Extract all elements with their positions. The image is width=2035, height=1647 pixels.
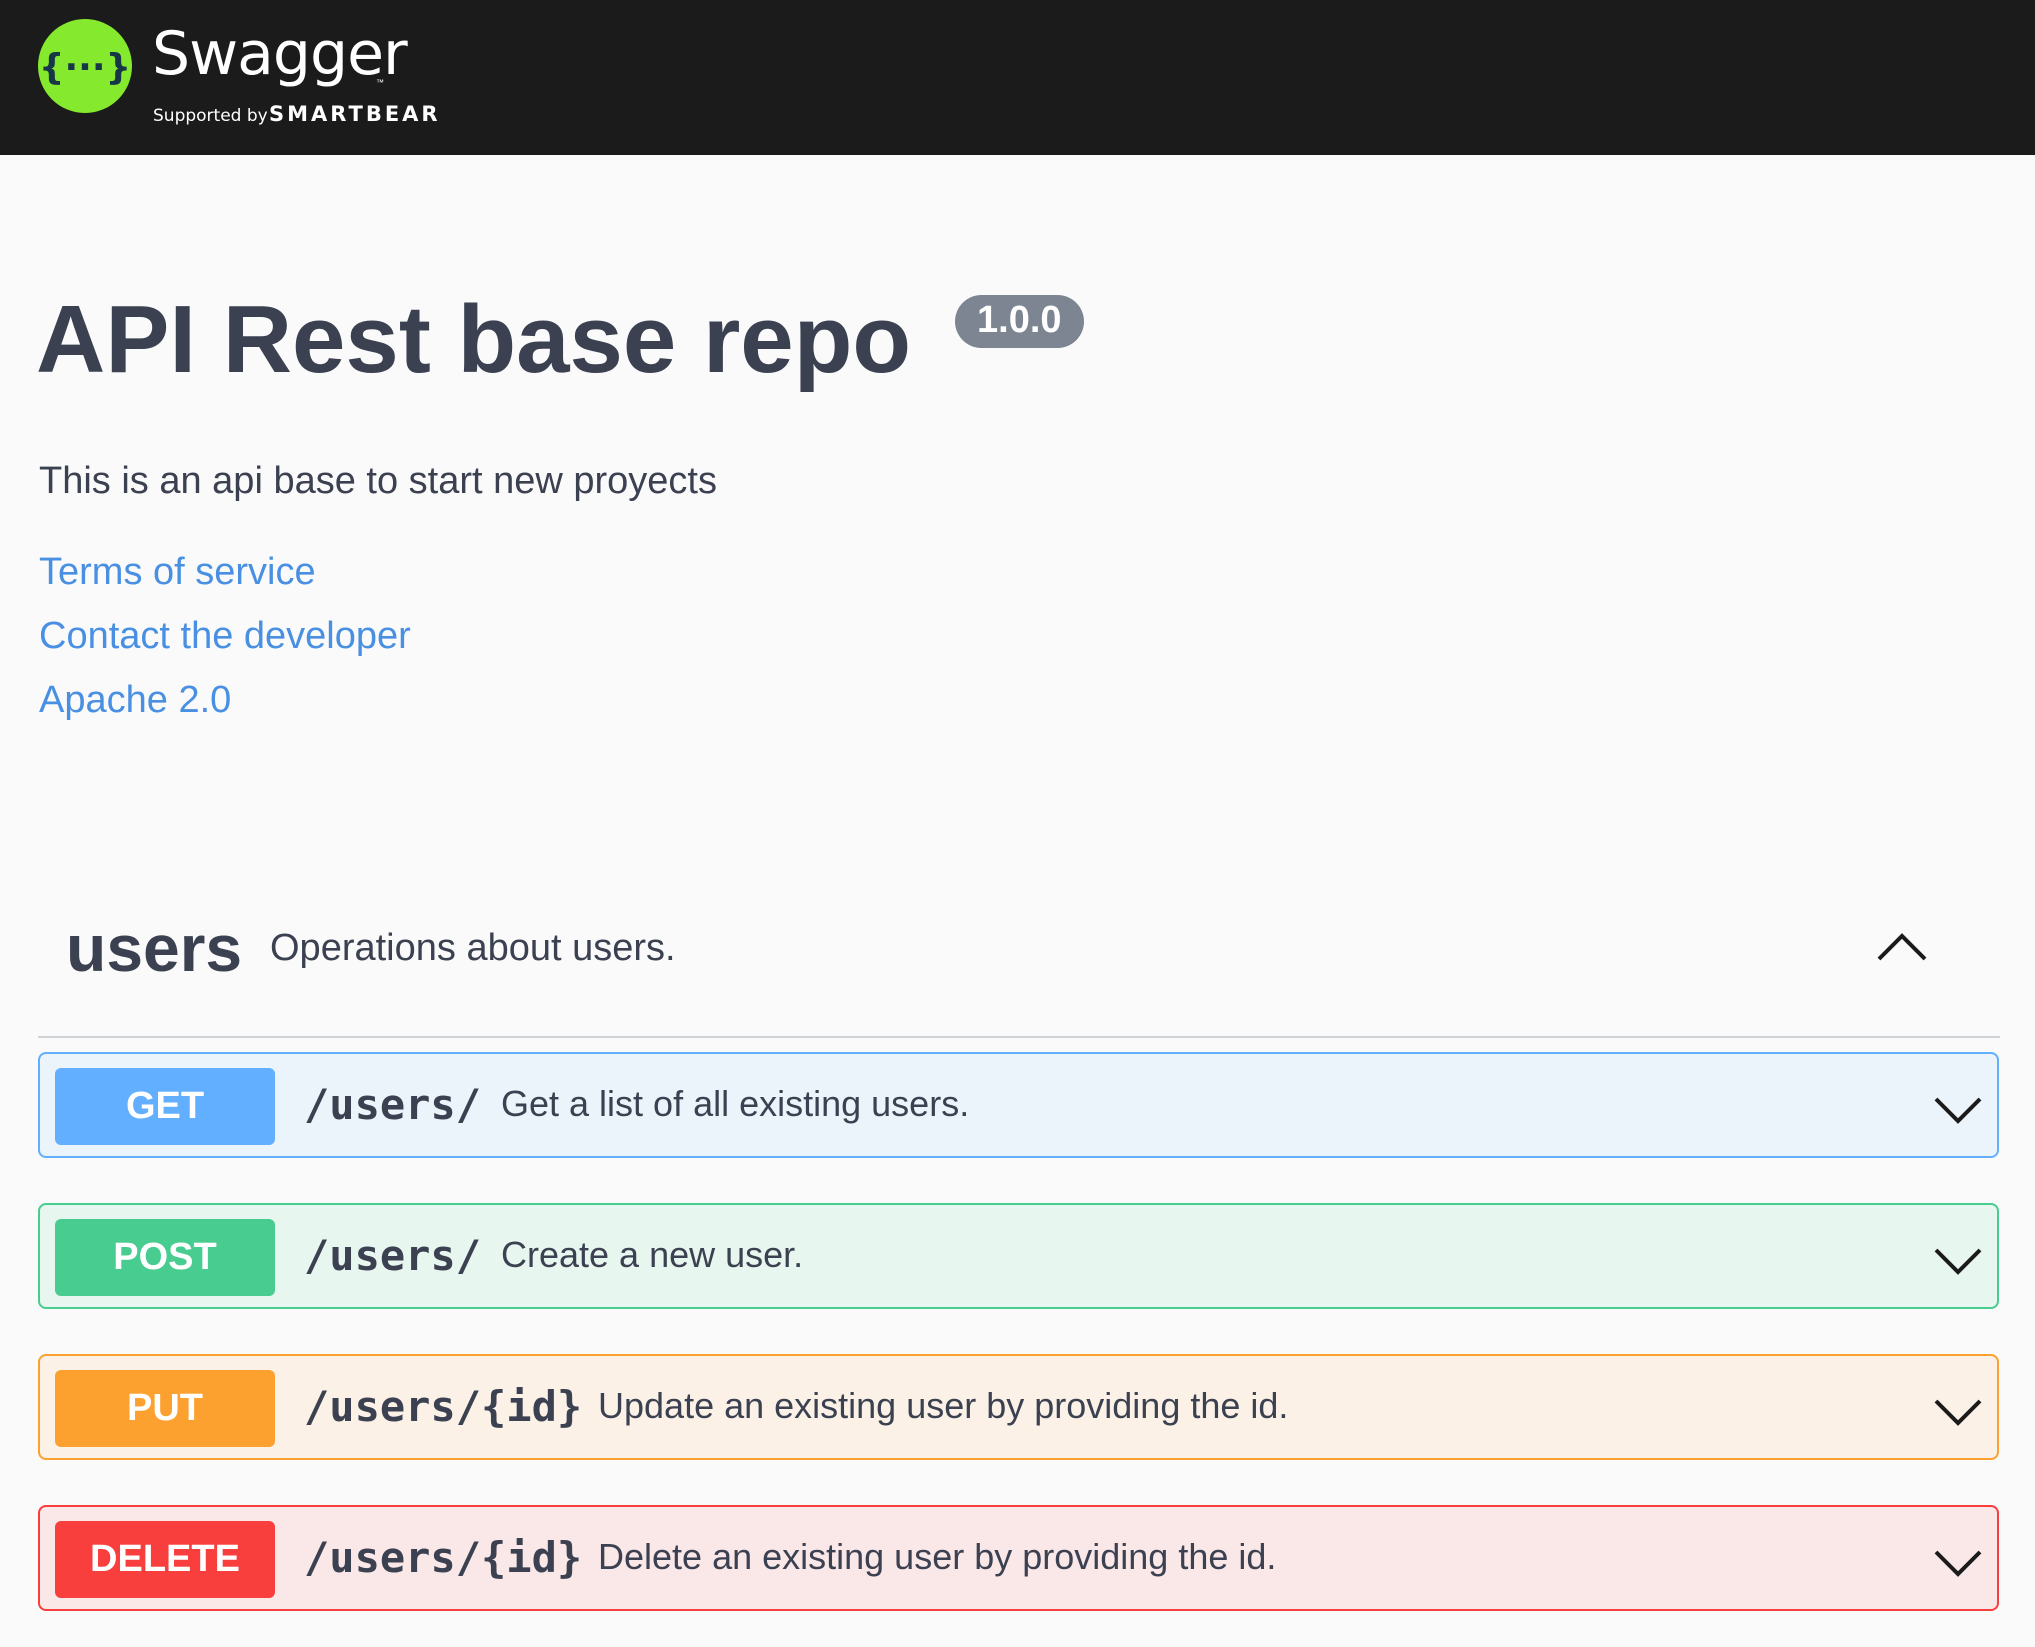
chevron-down-icon[interactable] xyxy=(1933,1245,1983,1277)
method-badge: PUT xyxy=(55,1370,275,1447)
license-link[interactable]: Apache 2.0 xyxy=(39,681,231,719)
operation-path: /users/{id} xyxy=(304,1533,583,1582)
top-bar: {···} Swagger ™ Supported by SMARTBEAR xyxy=(0,0,2035,155)
chevron-down-icon[interactable] xyxy=(1933,1396,1983,1428)
terms-of-service-link[interactable]: Terms of service xyxy=(39,553,316,591)
method-badge: POST xyxy=(55,1219,275,1296)
swagger-logo-icon: {···} xyxy=(38,19,132,113)
chevron-down-icon[interactable] xyxy=(1933,1094,1983,1126)
operation-summary: Create a new user. xyxy=(501,1234,804,1275)
operation-summary: Update an existing user by providing the… xyxy=(598,1385,1289,1426)
method-badge: DELETE xyxy=(55,1521,275,1598)
version-badge: 1.0.0 xyxy=(955,295,1084,348)
tag-description: Operations about users. xyxy=(270,927,676,969)
contact-developer-link[interactable]: Contact the developer xyxy=(39,617,411,655)
operation-summary: Delete an existing user by providing the… xyxy=(598,1536,1277,1577)
operation-summary: Get a list of all existing users. xyxy=(501,1083,970,1124)
operation-get-users[interactable]: GET /users/ Get a list of all existing u… xyxy=(38,1052,1999,1158)
operation-path: /users/{id} xyxy=(304,1382,583,1431)
logo-trademark: ™ xyxy=(376,78,384,87)
method-badge: GET xyxy=(55,1068,275,1145)
svg-text:{···}: {···} xyxy=(39,47,131,88)
operation-put-user-by-id[interactable]: PUT /users/{id} Update an existing user … xyxy=(38,1354,1999,1460)
operation-path: /users/ xyxy=(304,1231,482,1280)
operation-path: /users/ xyxy=(304,1080,482,1129)
operation-delete-user-by-id[interactable]: DELETE /users/{id} Delete an existing us… xyxy=(38,1505,1999,1611)
logo-company: SMARTBEAR xyxy=(269,102,441,126)
tag-name: users xyxy=(66,911,243,985)
chevron-up-icon[interactable] xyxy=(1876,930,1928,962)
logo-supported-by: Supported by xyxy=(153,106,268,126)
api-title: API Rest base repo xyxy=(36,286,911,393)
api-description: This is an api base to start new proyect… xyxy=(39,460,717,502)
tag-section-users[interactable]: users Operations about users. xyxy=(38,890,2000,1038)
operation-post-users[interactable]: POST /users/ Create a new user. xyxy=(38,1203,1999,1309)
logo-name: Swagger xyxy=(152,19,408,89)
chevron-down-icon[interactable] xyxy=(1933,1547,1983,1579)
